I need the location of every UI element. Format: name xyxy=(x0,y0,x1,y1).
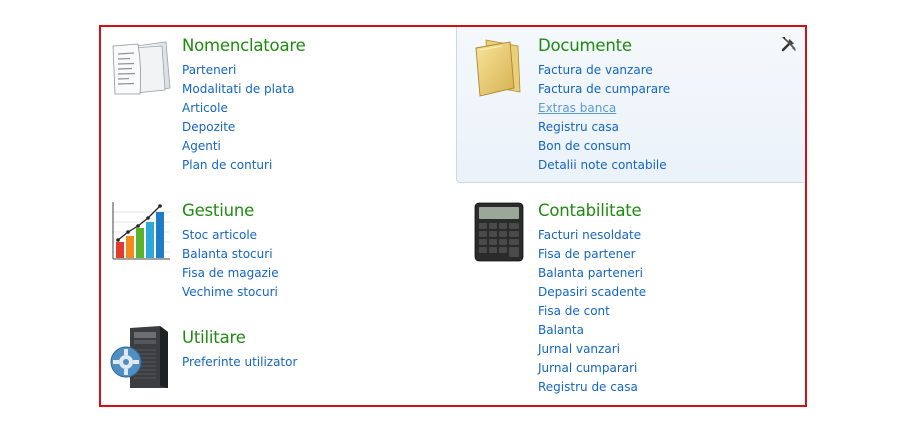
link-depasiri-scadente[interactable]: Depasiri scadente xyxy=(538,285,646,299)
link-balanta[interactable]: Balanta xyxy=(538,323,584,337)
link-registru-de-casa[interactable]: Registru de casa xyxy=(538,380,638,394)
link-registru-casa[interactable]: Registru casa xyxy=(538,120,619,134)
folder-icon xyxy=(475,39,521,97)
link-plan-de-conturi[interactable]: Plan de conturi xyxy=(182,158,272,172)
section-title-gestiune: Gestiune xyxy=(182,201,255,220)
link-vechime-stocuri[interactable]: Vechime stocuri xyxy=(182,285,278,299)
link-agenti[interactable]: Agenti xyxy=(182,139,221,153)
bar-chart-icon xyxy=(112,202,170,260)
server-gear-icon xyxy=(110,326,168,388)
links-utilitare: Preferinte utilizator xyxy=(182,351,297,370)
link-preferinte-utilizator[interactable]: Preferinte utilizator xyxy=(182,355,297,369)
link-modalitati-de-plata[interactable]: Modalitati de plata xyxy=(182,82,294,96)
link-fisa-de-magazie[interactable]: Fisa de magazie xyxy=(182,266,279,280)
link-jurnal-cumparari[interactable]: Jurnal cumparari xyxy=(538,361,637,375)
section-title-utilitare: Utilitare xyxy=(182,328,246,347)
section-title-contabilitate: Contabilitate xyxy=(538,201,642,220)
link-factura-de-vanzare[interactable]: Factura de vanzare xyxy=(538,63,653,77)
link-articole[interactable]: Articole xyxy=(182,101,228,115)
link-parteneri[interactable]: Parteneri xyxy=(182,63,236,77)
link-bon-de-consum[interactable]: Bon de consum xyxy=(538,139,631,153)
tools-icon[interactable] xyxy=(780,35,798,53)
links-gestiune: Stoc articole Balanta stocuri Fisa de ma… xyxy=(182,224,279,300)
links-nomenclatoare: Parteneri Modalitati de plata Articole D… xyxy=(182,59,294,173)
link-fisa-de-cont[interactable]: Fisa de cont xyxy=(538,304,610,318)
link-balanta-parteneri[interactable]: Balanta parteneri xyxy=(538,266,643,280)
documents-stack-icon xyxy=(112,41,171,95)
link-factura-de-cumparare[interactable]: Factura de cumparare xyxy=(538,82,670,96)
link-depozite[interactable]: Depozite xyxy=(182,120,235,134)
links-documente: Factura de vanzare Factura de cumparare … xyxy=(538,59,670,173)
section-title-documente: Documente xyxy=(538,36,632,55)
links-contabilitate: Facturi nesoldate Fisa de partener Balan… xyxy=(538,224,646,395)
section-title-nomenclatoare: Nomenclatoare xyxy=(182,36,306,55)
link-fisa-de-partener[interactable]: Fisa de partener xyxy=(538,247,636,261)
calculator-icon xyxy=(474,202,524,262)
link-facturi-nesoldate[interactable]: Facturi nesoldate xyxy=(538,228,641,242)
link-extras-banca[interactable]: Extras banca xyxy=(538,101,616,115)
link-jurnal-vanzari[interactable]: Jurnal vanzari xyxy=(538,342,620,356)
link-stoc-articole[interactable]: Stoc articole xyxy=(182,228,257,242)
link-detalii-note-contabile[interactable]: Detalii note contabile xyxy=(538,158,667,172)
link-balanta-stocuri[interactable]: Balanta stocuri xyxy=(182,247,273,261)
